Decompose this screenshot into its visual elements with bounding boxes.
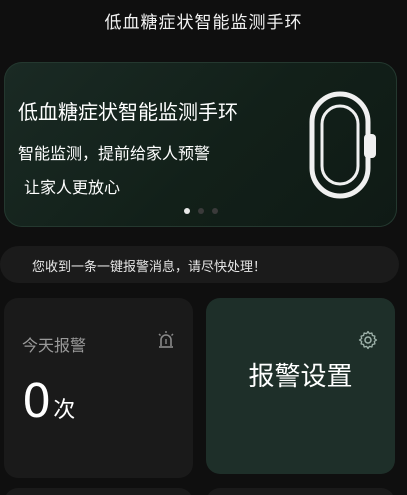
- next-card-left[interactable]: [4, 488, 193, 495]
- alarm-settings-button[interactable]: 报警设置: [206, 298, 395, 474]
- alarm-count: 0次: [22, 374, 75, 428]
- banner-subtitle-1: 智能监测，提前给家人预警: [18, 144, 211, 163]
- banner-title: 低血糖症状智能监测手环: [18, 100, 238, 124]
- app-screen: 低血糖症状智能监测手环 低血糖症状智能监测手环 智能监测，提前给家人预警 让家人…: [0, 0, 407, 495]
- alarm-count-value: 0: [22, 374, 52, 428]
- next-card-right[interactable]: [206, 488, 395, 495]
- gear-icon: [358, 330, 378, 350]
- today-alarm-card[interactable]: 今天报警 0次: [4, 298, 193, 478]
- alarm-settings-label: 报警设置: [248, 362, 353, 392]
- notice-text: 您收到一条一键报警消息，请尽快处理！: [32, 260, 267, 275]
- pager-dot[interactable]: [197, 208, 204, 214]
- promo-banner[interactable]: 低血糖症状智能监测手环 智能监测，提前给家人预警 让家人更放心: [4, 62, 397, 227]
- pager-dot-active[interactable]: [183, 208, 190, 214]
- carousel-pager: [4, 208, 397, 214]
- bracelet-icon: [309, 91, 376, 199]
- alarm-count-unit: 次: [53, 398, 76, 423]
- today-alarm-label: 今天报警: [22, 336, 87, 355]
- page-title: 低血糖症状智能监测手环: [104, 13, 303, 33]
- alarm-light-icon: [158, 331, 174, 348]
- alert-notice-bar[interactable]: 您收到一条一键报警消息，请尽快处理！: [0, 246, 399, 283]
- pager-dot[interactable]: [211, 208, 218, 214]
- banner-subtitle-2: 让家人更放心: [24, 178, 121, 197]
